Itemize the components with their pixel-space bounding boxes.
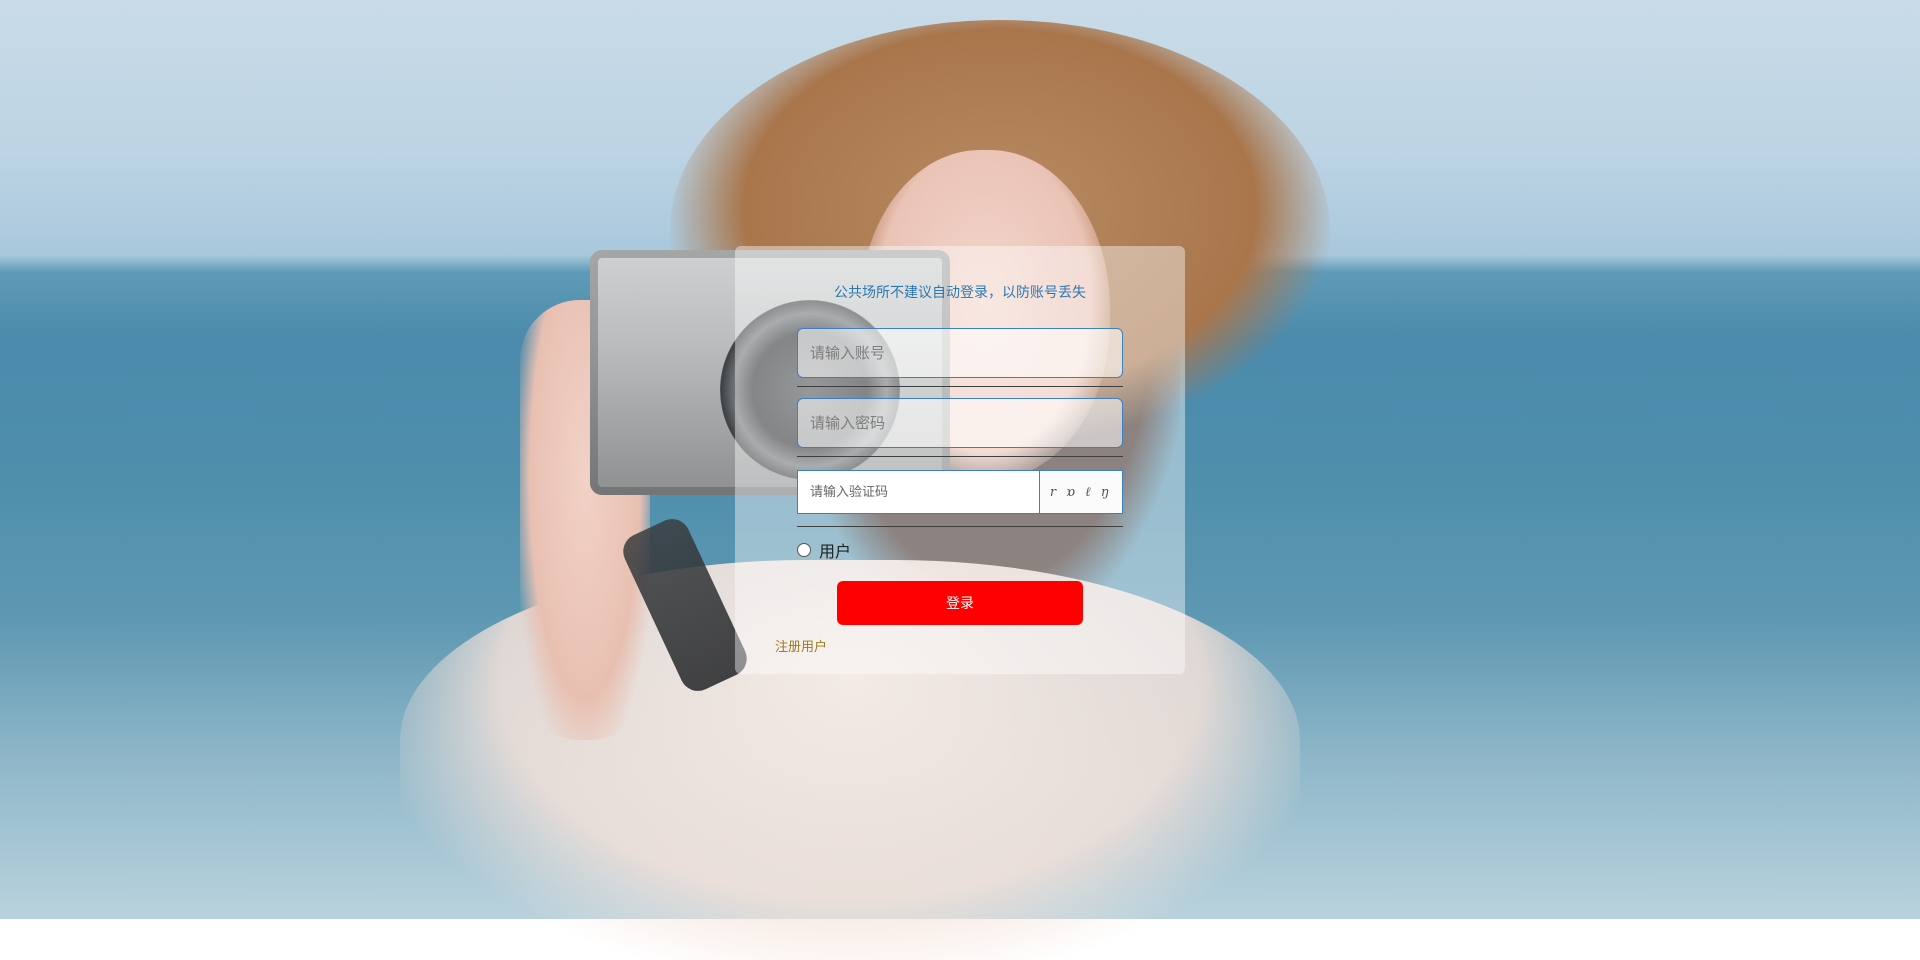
captcha-image[interactable]: r ɒ ℓ ŋ — [1039, 470, 1123, 514]
password-field[interactable] — [797, 398, 1123, 448]
role-label: 用户 — [819, 542, 852, 561]
login-button[interactable]: 登录 — [837, 581, 1083, 625]
role-option-user[interactable]: 用户 — [797, 538, 851, 562]
divider — [797, 526, 1123, 527]
security-notice: 公共场所不建议自动登录，以防账号丢失 — [834, 285, 1086, 301]
captcha-field[interactable] — [797, 470, 1039, 514]
captcha-row: r ɒ ℓ ŋ — [797, 470, 1123, 514]
account-input[interactable] — [808, 343, 1112, 363]
login-card: 公共场所不建议自动登录，以防账号丢失 r ɒ ℓ ŋ 用户 登录 注册用户 — [735, 246, 1185, 674]
role-radio[interactable] — [797, 543, 811, 557]
captcha-input[interactable] — [808, 483, 1029, 501]
divider — [797, 456, 1123, 457]
account-field[interactable] — [797, 328, 1123, 378]
password-input[interactable] — [808, 413, 1112, 433]
divider — [797, 386, 1123, 387]
register-link[interactable]: 注册用户 — [775, 636, 827, 655]
